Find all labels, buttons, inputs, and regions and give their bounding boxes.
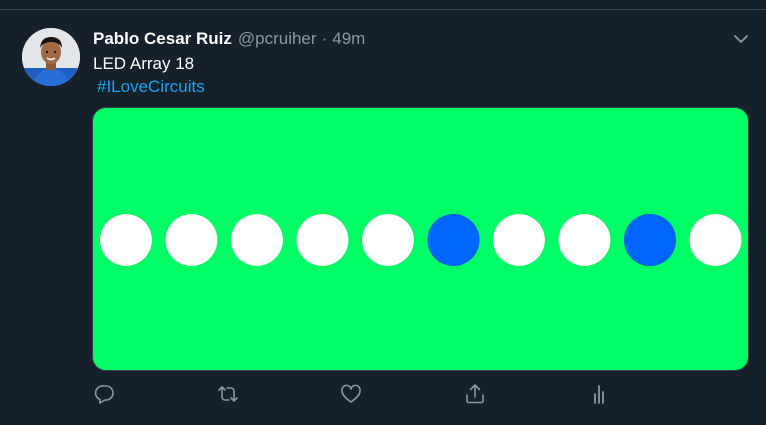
led-off	[689, 213, 742, 267]
led-off	[558, 213, 611, 267]
led-off	[296, 213, 349, 267]
retweet-icon[interactable]	[217, 383, 239, 405]
like-icon[interactable]	[340, 383, 362, 405]
user-handle[interactable]: @pcruiher	[238, 29, 317, 49]
tweet-media[interactable]	[92, 107, 749, 371]
led-off	[361, 213, 415, 267]
avatar[interactable]	[22, 28, 80, 86]
tweet-text: LED Array 18	[93, 54, 195, 73]
tweet-actions	[93, 383, 633, 407]
led-array-image	[93, 108, 748, 370]
reply-icon[interactable]	[93, 383, 115, 405]
led-off	[165, 213, 218, 267]
chevron-down-icon[interactable]	[732, 30, 750, 48]
share-icon[interactable]	[464, 383, 486, 405]
led-on	[427, 213, 480, 267]
led-off	[99, 213, 153, 267]
tweet-divider	[0, 9, 766, 10]
timestamp[interactable]: 49m	[332, 29, 365, 49]
tweet[interactable]: Pablo Cesar Ruiz @pcruiher · 49m LED Arr…	[0, 0, 766, 425]
separator-dot: ·	[321, 29, 328, 48]
hashtag-link[interactable]: #ILoveCircuits	[97, 76, 205, 98]
led-off	[230, 213, 284, 267]
led-on	[623, 213, 677, 267]
display-name[interactable]: Pablo Cesar Ruiz	[93, 29, 232, 49]
tweet-header: Pablo Cesar Ruiz @pcruiher · 49m	[93, 28, 365, 50]
led-off	[492, 213, 546, 267]
analytics-icon[interactable]	[588, 383, 610, 405]
